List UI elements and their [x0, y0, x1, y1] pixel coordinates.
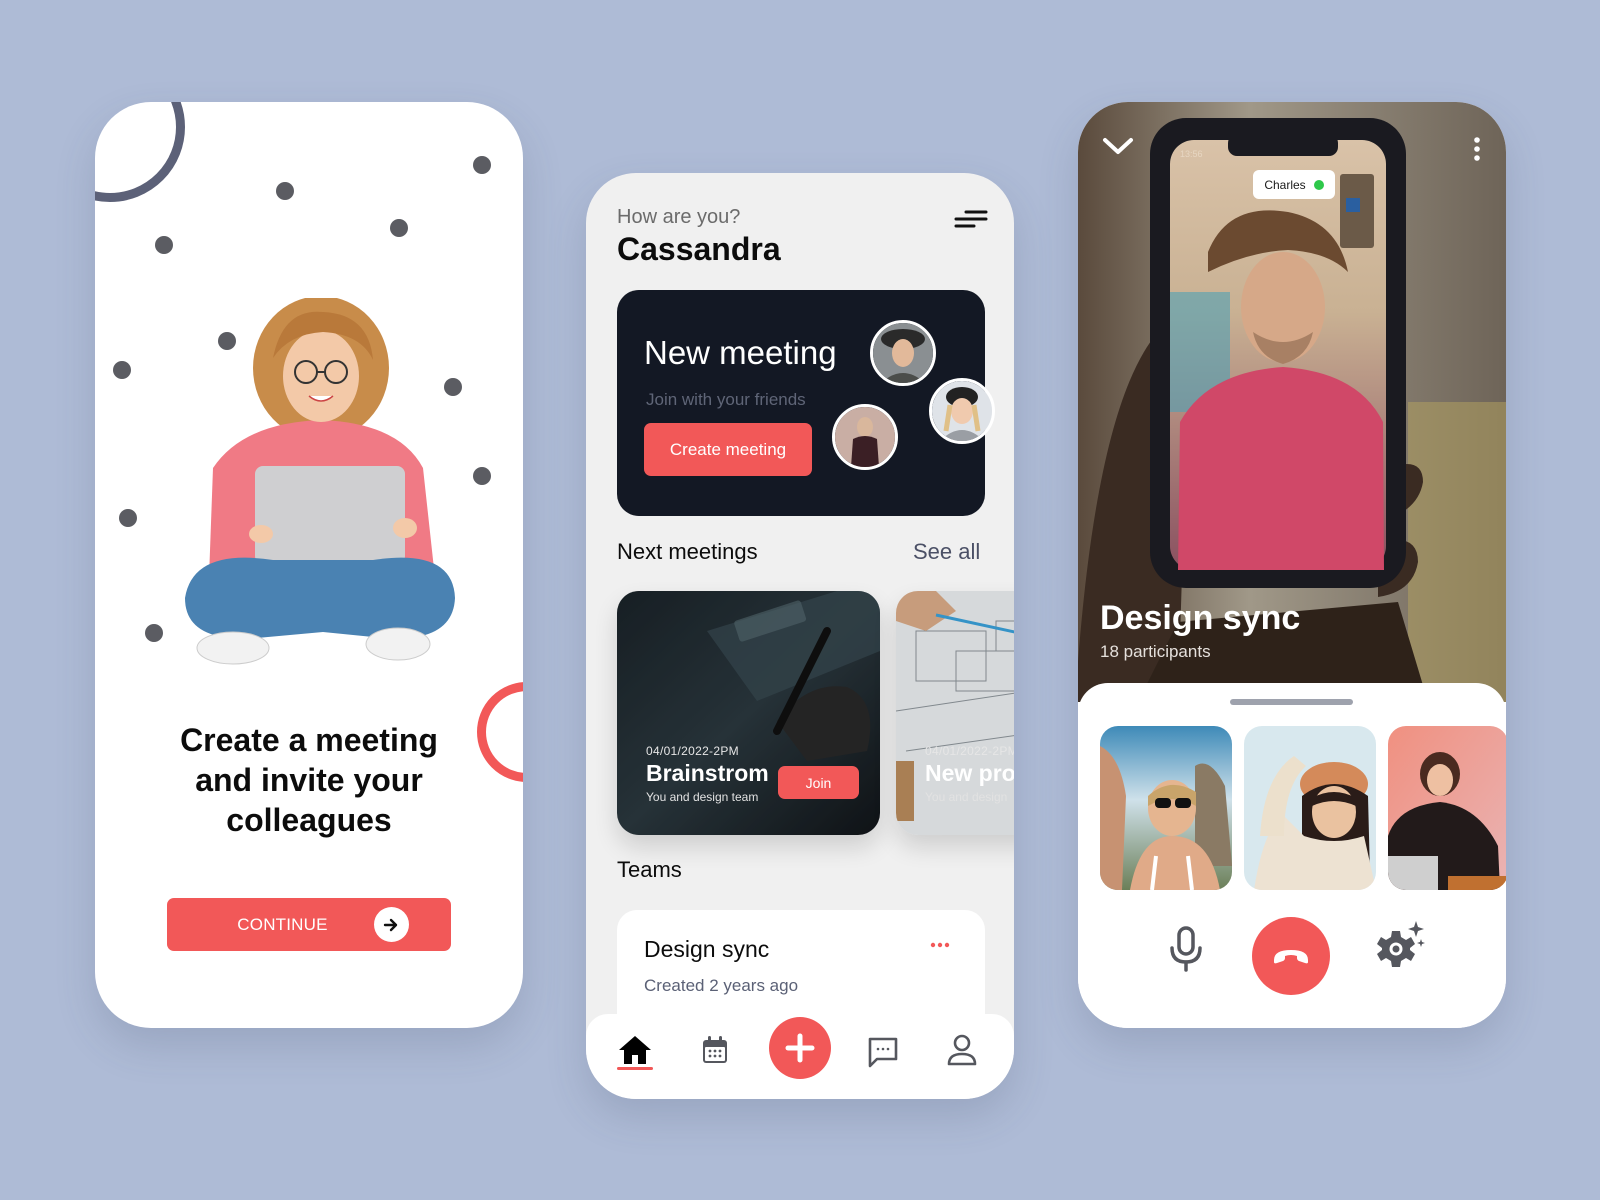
more-vertical-icon[interactable] — [1472, 136, 1482, 164]
teams-title: Teams — [617, 857, 682, 882]
microphone-icon — [1170, 926, 1202, 972]
chevron-down-icon[interactable] — [1100, 134, 1136, 158]
onboarding-title: Create a meeting and invite your colleag… — [180, 722, 438, 838]
settings-sparkle-icon — [1377, 921, 1425, 967]
bottom-navigation — [586, 1014, 1014, 1099]
nav-calendar[interactable] — [702, 1036, 728, 1069]
drag-handle[interactable] — [1230, 699, 1353, 705]
nav-home[interactable] — [617, 1034, 653, 1071]
participant-tile[interactable] — [1100, 726, 1232, 890]
decorative-dot — [473, 467, 491, 485]
user-name: Cassandra — [617, 231, 781, 267]
team-created: Created 2 years ago — [644, 976, 799, 995]
nav-messages[interactable] — [867, 1036, 899, 1073]
menu-icon[interactable] — [954, 207, 988, 233]
meeting-card[interactable]: 04/01/2022-2PM Brainstrom You and design… — [617, 591, 880, 835]
greeting-text: How are you? — [617, 206, 741, 228]
decorative-dot — [155, 236, 173, 254]
decorative-dot — [113, 361, 131, 379]
meeting-participants: You and design — [925, 790, 1008, 804]
plus-icon — [785, 1033, 815, 1063]
onboarding-screen: Create a meeting and invite your colleag… — [95, 102, 523, 1028]
avatar — [929, 378, 995, 444]
effects-button[interactable] — [1376, 919, 1426, 976]
next-meetings-title: Next meetings — [617, 539, 758, 564]
decorative-dot — [119, 509, 137, 527]
meeting-date: 04/01/2022-2PM — [646, 744, 739, 758]
home-screen: How are you? Cassandra New meeting Join … — [586, 173, 1014, 1099]
create-meeting-button[interactable]: Create meeting — [644, 423, 812, 476]
participants-count: 18 participants — [1100, 642, 1211, 661]
meeting-date: 04/01/2022-2PM — [925, 744, 1014, 758]
decorative-ring — [95, 102, 185, 202]
active-indicator — [617, 1067, 653, 1070]
mute-button[interactable] — [1168, 926, 1204, 977]
meeting-name: Brainstrom — [646, 760, 769, 786]
participant-tile[interactable] — [1244, 726, 1376, 890]
meeting-participants: You and design team — [646, 790, 759, 804]
participant-tile[interactable] — [1388, 726, 1506, 890]
home-icon — [619, 1036, 651, 1064]
new-meeting-card: New meeting Join with your friends Creat… — [617, 290, 995, 516]
call-controls-sheet — [1078, 683, 1506, 1028]
decorative-dot — [473, 156, 491, 174]
decorative-dot — [145, 624, 163, 642]
more-horizontal-icon[interactable] — [928, 938, 952, 952]
avatar — [870, 320, 936, 386]
caller-name: Charles — [1264, 177, 1306, 192]
meeting-name: New pro — [925, 760, 1014, 786]
join-button[interactable]: Join — [778, 766, 859, 799]
chat-icon — [868, 1037, 898, 1068]
continue-button[interactable]: CONTINUE — [167, 898, 451, 951]
call-screen: 13:56 Charles Design sync 18 participant… — [1078, 102, 1506, 1028]
arrow-right-icon — [373, 907, 409, 942]
calendar-icon — [703, 1036, 727, 1063]
add-button[interactable] — [769, 1017, 831, 1079]
decorative-dot — [390, 219, 408, 237]
new-meeting-title: New meeting — [644, 334, 837, 371]
nav-profile[interactable] — [947, 1034, 977, 1071]
meeting-card[interactable]: 04/01/2022-2PM New pro You and design — [896, 591, 1014, 835]
hero-illustration — [173, 296, 463, 678]
online-status-dot — [1313, 179, 1324, 190]
decorative-dot — [276, 182, 294, 200]
avatar — [832, 404, 898, 470]
caller-name-badge: Charles — [1253, 170, 1335, 199]
status-time: 13:56 — [1180, 149, 1203, 159]
new-meeting-subtitle: Join with your friends — [646, 390, 806, 409]
see-all-link[interactable]: See all — [913, 539, 980, 565]
hang-up-button[interactable] — [1252, 917, 1330, 995]
call-title: Design sync — [1100, 599, 1301, 637]
continue-label: CONTINUE — [237, 914, 328, 934]
team-name: Design sync — [644, 936, 770, 962]
user-icon — [947, 1034, 977, 1066]
phone-hangup-icon — [1274, 950, 1308, 964]
